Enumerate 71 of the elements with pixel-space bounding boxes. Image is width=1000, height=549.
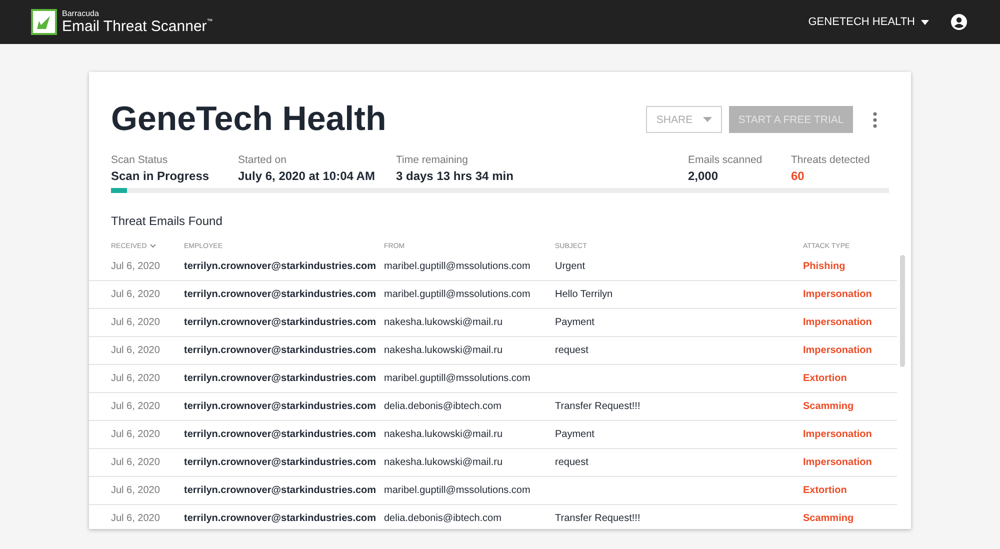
table-cell-text: Jul 6, 2020	[111, 401, 161, 412]
table-cell-text: Jul 6, 2020	[111, 513, 161, 524]
table-cell-text: Impersonation	[803, 429, 873, 440]
table-cell-text: maribel.guptill@mssolutions.com	[384, 289, 532, 300]
caret-icon	[921, 20, 929, 24]
section-title: Threat Emails Found	[111, 214, 224, 228]
table-cell-text: terrilyn.crownover@starkindustries.com	[184, 317, 378, 328]
table-cell-text: terrilyn.crownover@starkindustries.com	[184, 485, 378, 496]
table-cell-text: terrilyn.crownover@starkindustries.com	[184, 261, 378, 272]
trademark-mark: ™	[206, 19, 213, 25]
table-cell-text: Jul 6, 2020	[111, 485, 161, 496]
table-cell-text: maribel.guptill@mssolutions.com	[384, 373, 532, 384]
account-dropdown[interactable]: GENETECH HEALTH	[808, 16, 929, 28]
table-cell: request	[555, 345, 588, 356]
table-cell-text: Impersonation	[803, 345, 873, 356]
stat-value: July 6, 2020 at 10:04 AM	[238, 169, 376, 183]
share-button[interactable]: SHARE	[646, 106, 722, 133]
stat-label: Threats detected	[791, 154, 871, 166]
table-cell-text: Impersonation	[803, 289, 873, 300]
table-cell-text: terrilyn.crownover@starkindustries.com	[184, 401, 378, 412]
brand-subtitle: Barracuda	[62, 10, 100, 18]
table-cell-text: nakesha.lukowski@mail.ru	[384, 429, 504, 440]
stat-value: 2,000	[688, 169, 720, 183]
table-cell-text: Jul 6, 2020	[111, 289, 161, 300]
table-cell-text: terrilyn.crownover@starkindustries.com	[184, 513, 378, 524]
table-cell-text: Impersonation	[803, 317, 873, 328]
table-cell-text: terrilyn.crownover@starkindustries.com	[184, 289, 378, 300]
table-cell-text: Phishing	[803, 261, 846, 272]
table-cell: Payment	[555, 429, 594, 440]
more-options-icon[interactable]	[873, 112, 877, 128]
table-cell-text: delia.debonis@ibtech.com	[384, 401, 502, 412]
table-cell-text: Jul 6, 2020	[111, 261, 161, 272]
table-cell-text: terrilyn.crownover@starkindustries.com	[184, 345, 378, 356]
stat-label: Emails scanned	[688, 154, 764, 166]
logo-icon	[31, 9, 57, 35]
caret-icon	[702, 117, 712, 122]
table-cell-text: maribel.guptill@mssolutions.com	[384, 261, 532, 272]
table-cell-text: terrilyn.crownover@starkindustries.com	[184, 429, 378, 440]
table-cell-text: Impersonation	[803, 457, 873, 468]
table-cell-text: Extortion	[803, 373, 848, 384]
table-cell-text: maribel.guptill@mssolutions.com	[384, 485, 532, 496]
table-cell-text: nakesha.lukowski@mail.ru	[384, 457, 504, 468]
stat-label: Started on	[238, 154, 288, 166]
sort-caret-icon[interactable]	[150, 244, 156, 248]
table-cell-text: Jul 6, 2020	[111, 317, 161, 328]
table-cell: Transfer Request!!!	[555, 513, 640, 524]
table-cell-text: Extortion	[803, 485, 848, 496]
table-cell: request	[555, 457, 588, 468]
table-cell-text: nakesha.lukowski@mail.ru	[384, 317, 504, 328]
stat-value: Scan in Progress	[111, 169, 210, 183]
stat-label: Scan Status	[111, 154, 169, 166]
page-title: GeneTech Health	[111, 100, 386, 139]
product-name: Email Threat Scanner	[62, 18, 207, 35]
table-cell: Payment	[555, 317, 594, 328]
table-cell-text: delia.debonis@ibtech.com	[384, 513, 502, 524]
stat-label: Time remaining	[396, 154, 469, 166]
table-cell-text: Jul 6, 2020	[111, 373, 161, 384]
table-cell: Urgent	[555, 261, 586, 272]
table-cell-text: Jul 6, 2020	[111, 457, 161, 468]
table-cell-text: Jul 6, 2020	[111, 429, 161, 440]
stat-value: 60	[791, 169, 806, 183]
user-avatar-icon[interactable]	[951, 14, 967, 30]
table-cell-text: terrilyn.crownover@starkindustries.com	[184, 457, 378, 468]
table-cell-text: terrilyn.crownover@starkindustries.com	[184, 373, 378, 384]
table-cell: Transfer Request!!!	[555, 401, 640, 412]
table-cell: Hello Terrilyn	[555, 289, 613, 300]
table-cell-text: Scamming	[803, 401, 855, 412]
table-cell-text: Scamming	[803, 513, 855, 524]
table-cell-text: Jul 6, 2020	[111, 345, 161, 356]
table-cell-text: nakesha.lukowski@mail.ru	[384, 345, 504, 356]
stat-value: 3 days 13 hrs 34 min	[396, 169, 514, 183]
